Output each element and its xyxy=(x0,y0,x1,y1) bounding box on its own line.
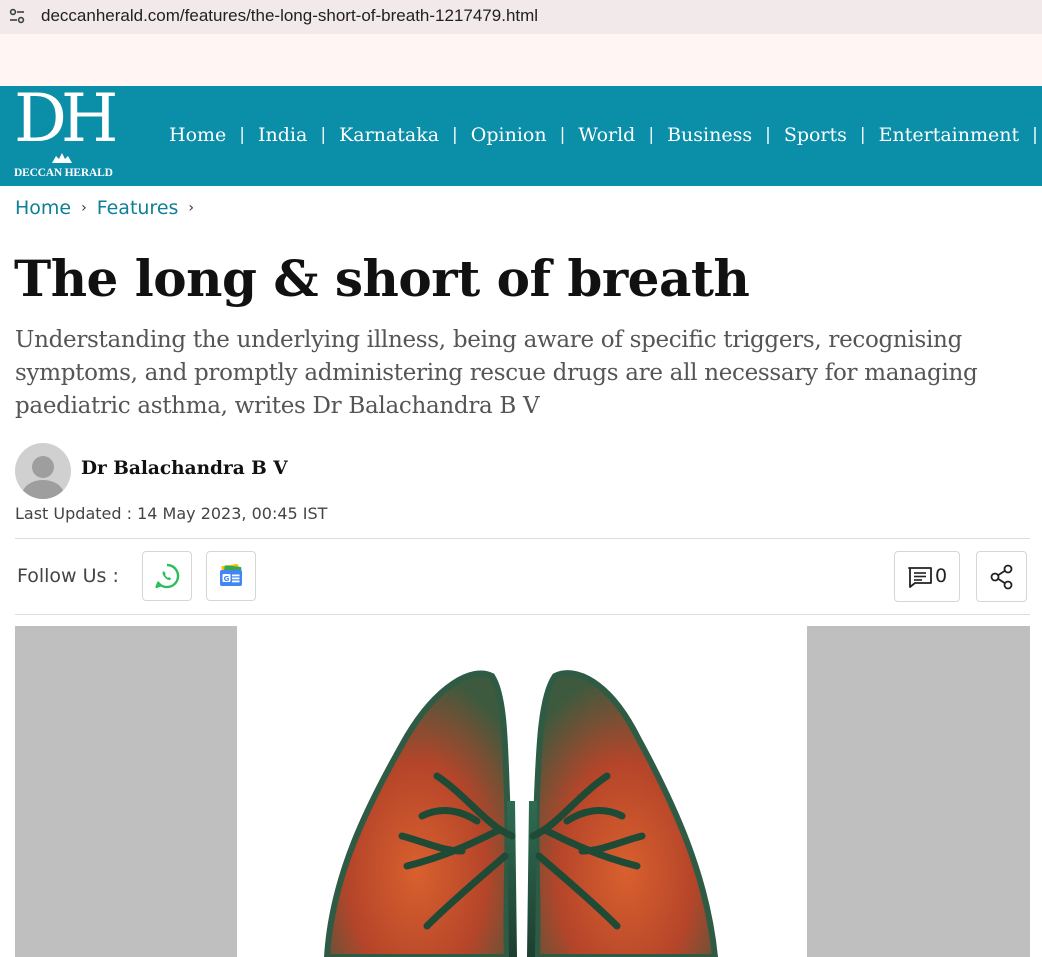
avatar-body-shape xyxy=(22,480,64,499)
nav-separator: | xyxy=(559,125,566,145)
logo-mark: DH xyxy=(14,86,119,157)
breadcrumb-home[interactable]: Home xyxy=(15,197,71,219)
nav-item-business[interactable]: Business xyxy=(667,124,752,146)
browser-address-bar: deccanherald.com/features/the-long-short… xyxy=(0,0,1042,34)
nav-separator: | xyxy=(765,125,771,145)
breadcrumb-chevron-icon: › xyxy=(81,200,87,216)
nav-separator: | xyxy=(320,125,327,145)
breadcrumb: Home › Features › xyxy=(15,197,204,219)
nav-separator: | xyxy=(239,125,246,145)
divider xyxy=(15,538,1030,539)
author-name[interactable]: Dr Balachandra B V xyxy=(81,458,288,479)
share-button[interactable] xyxy=(976,551,1027,602)
nav-separator: | xyxy=(452,125,458,145)
url-text[interactable]: deccanherald.com/features/the-long-short… xyxy=(41,6,538,26)
google-news-icon: G xyxy=(220,563,242,586)
comment-icon xyxy=(908,567,932,588)
author-avatar[interactable] xyxy=(15,443,71,499)
breadcrumb-chevron-icon: › xyxy=(188,200,195,216)
divider xyxy=(15,614,1030,615)
logo-wordmark: DECCAN HERALD xyxy=(14,167,113,179)
site-header: DH DECCAN HERALD Home | India | Karnatak… xyxy=(0,86,1042,186)
nav-item-home[interactable]: Home xyxy=(169,124,226,146)
svg-text:G: G xyxy=(224,575,230,583)
whatsapp-button[interactable] xyxy=(142,551,192,601)
last-updated: Last Updated : 14 May 2023, 00:45 IST xyxy=(15,504,328,523)
nav-item-karnataka[interactable]: Karnataka xyxy=(339,124,439,146)
hero-image[interactable] xyxy=(15,626,1030,957)
logo-emblem-icon xyxy=(52,153,72,163)
site-logo[interactable]: DH DECCAN HERALD xyxy=(14,86,119,180)
comments-button[interactable]: 0 xyxy=(894,551,960,602)
site-settings-icon[interactable] xyxy=(8,7,26,25)
nav-separator: | xyxy=(859,125,866,145)
comment-count: 0 xyxy=(935,565,948,587)
article-title: The long & short of breath xyxy=(14,249,750,308)
nav-separator: | xyxy=(1032,125,1038,145)
share-icon xyxy=(990,564,1012,589)
top-banner-strip xyxy=(0,34,1042,86)
avatar-head-shape xyxy=(32,456,54,478)
follow-us-label: Follow Us : xyxy=(17,565,119,587)
nav-item-india[interactable]: India xyxy=(258,124,307,146)
breadcrumb-features[interactable]: Features xyxy=(97,197,179,219)
nav-item-opinion[interactable]: Opinion xyxy=(471,124,547,146)
google-news-button[interactable]: G xyxy=(206,551,256,601)
nav-item-sports[interactable]: Sports xyxy=(784,124,847,146)
article-standfirst: Understanding the underlying illness, be… xyxy=(15,327,978,419)
whatsapp-icon xyxy=(155,563,180,589)
main-nav: Home | India | Karnataka | Opinion | Wor… xyxy=(169,124,1042,146)
lungs-illustration xyxy=(323,670,719,957)
nav-separator: | xyxy=(648,125,655,145)
nav-item-world[interactable]: World xyxy=(578,124,635,146)
nav-item-entertainment[interactable]: Entertainment xyxy=(879,124,1019,146)
